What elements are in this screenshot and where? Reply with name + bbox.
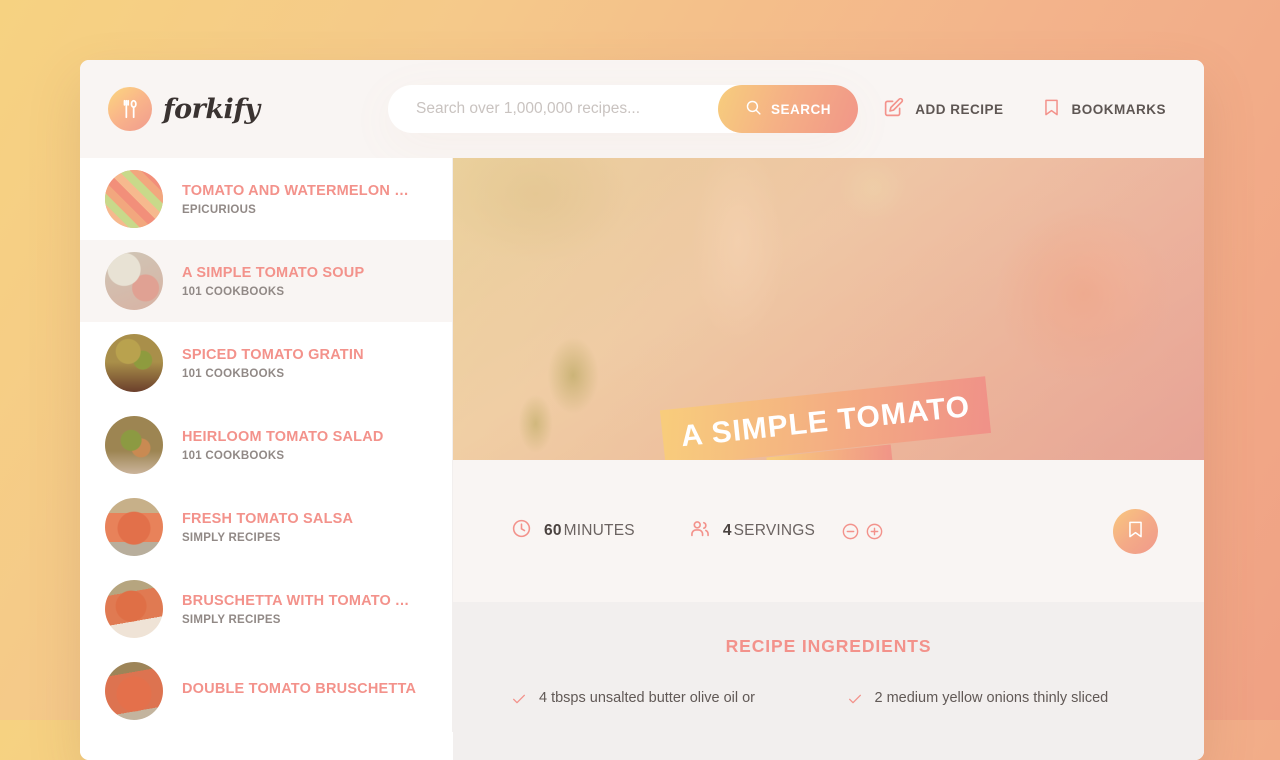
recipe-hero: A SIMPLE TOMATO SOUP (453, 158, 1204, 460)
check-icon (511, 691, 527, 714)
servings-unit: SERVINGS (733, 522, 816, 539)
add-recipe-button[interactable]: ADD RECIPE (883, 97, 1003, 121)
app-header: forkify SEARCH (80, 60, 1204, 158)
recipe-thumbnail (105, 416, 163, 474)
bookmark-icon (1126, 520, 1145, 542)
list-item[interactable]: BRUSCHETTA WITH TOMATO AN... SIMPLY RECI… (80, 568, 453, 650)
recipe-title: FRESH TOMATO SALSA (182, 510, 354, 527)
plus-circle-icon[interactable] (865, 522, 884, 541)
ingredients-heading: RECIPE INGREDIENTS (725, 636, 932, 656)
cooking-time-value: 60 (544, 522, 562, 539)
ingredient-text: 2 medium yellow onions thinly sliced (874, 690, 1109, 706)
add-recipe-label: ADD RECIPE (915, 101, 1004, 117)
bookmarks-label: BOOKMARKS (1071, 101, 1166, 117)
bookmark-recipe-button[interactable] (1113, 508, 1158, 554)
recipe-thumbnail (105, 334, 163, 392)
recipe-thumbnail (105, 580, 163, 638)
search-bar[interactable]: SEARCH (388, 85, 858, 133)
recipe-publisher: EPICURIOUS (182, 204, 257, 217)
recipe-panel: A SIMPLE TOMATO SOUP 60MINUTES (453, 158, 1204, 760)
ingredient-item: 4 tbsps unsalted butter olive oil or (511, 689, 811, 714)
users-icon (689, 518, 711, 545)
app-window: forkify SEARCH (80, 60, 1204, 760)
header-nav: ADD RECIPE BOOKMARKS (883, 97, 1166, 121)
servings-stepper (841, 522, 884, 541)
search-input[interactable] (416, 100, 718, 118)
recipe-title: BRUSCHETTA WITH TOMATO AN... (182, 592, 418, 609)
servings: 4 SERVINGS (689, 518, 884, 545)
list-item[interactable]: TOMATO AND WATERMELON SAL... EPICURIOUS (80, 158, 453, 240)
recipe-title: TOMATO AND WATERMELON SAL... (182, 182, 418, 199)
list-item[interactable]: HEIRLOOM TOMATO SALAD 101 COOKBOOKS (80, 404, 453, 486)
recipe-title: DOUBLE TOMATO BRUSCHETTA (182, 680, 417, 697)
minus-circle-icon[interactable] (841, 522, 860, 541)
servings-value: 4 (722, 522, 732, 539)
ingredient-item: 2 medium yellow onions thinly sliced (847, 689, 1147, 714)
list-item[interactable]: A SIMPLE TOMATO SOUP 101 COOKBOOKS (80, 240, 453, 322)
recipe-details: 60 MINUTES 4 SERVINGS (453, 460, 1204, 602)
recipe-thumbnail (105, 252, 163, 310)
bookmark-icon (1042, 98, 1061, 120)
app-content: TOMATO AND WATERMELON SAL... EPICURIOUS … (80, 158, 1204, 760)
list-item[interactable]: FRESH TOMATO SALSA SIMPLY RECIPES (80, 486, 453, 568)
brand-name: forkify (163, 93, 260, 125)
brand-logo[interactable]: forkify (108, 87, 380, 131)
recipe-publisher: 101 COOKBOOKS (182, 368, 285, 381)
recipe-thumbnail (105, 662, 163, 720)
clock-icon (511, 518, 532, 544)
edit-square-icon (883, 97, 904, 121)
recipe-title: HEIRLOOM TOMATO SALAD (182, 428, 384, 445)
recipe-publisher: 101 COOKBOOKS (182, 286, 285, 299)
search-icon (745, 99, 762, 119)
search-button-label: SEARCH (770, 101, 831, 117)
list-item[interactable]: SPICED TOMATO GRATIN 101 COOKBOOKS (80, 322, 453, 404)
check-icon (847, 691, 863, 714)
recipe-title: SPICED TOMATO GRATIN (182, 346, 364, 363)
recipe-publisher: 101 COOKBOOKS (182, 450, 285, 463)
bookmarks-button[interactable]: BOOKMARKS (1042, 98, 1167, 120)
recipe-ingredients-section: RECIPE INGREDIENTS 4 tbsps unsalted butt… (453, 602, 1204, 760)
recipe-title: A SIMPLE TOMATO SOUP (182, 264, 365, 281)
recipe-publisher: SIMPLY RECIPES (182, 532, 281, 545)
cooking-time: 60 MINUTES (511, 518, 635, 544)
search-results-sidebar: TOMATO AND WATERMELON SAL... EPICURIOUS … (80, 158, 453, 760)
recipe-thumbnail (105, 170, 163, 228)
fork-spoon-icon (108, 87, 152, 131)
search-button[interactable]: SEARCH (717, 85, 858, 133)
cooking-time-unit: MINUTES (563, 522, 635, 539)
ingredient-text: 4 tbsps unsalted butter olive oil or (539, 690, 756, 706)
recipe-publisher: SIMPLY RECIPES (182, 614, 281, 627)
ingredients-list: 4 tbsps unsalted butter olive oil or 2 m… (511, 689, 1146, 714)
recipe-thumbnail (105, 498, 163, 556)
